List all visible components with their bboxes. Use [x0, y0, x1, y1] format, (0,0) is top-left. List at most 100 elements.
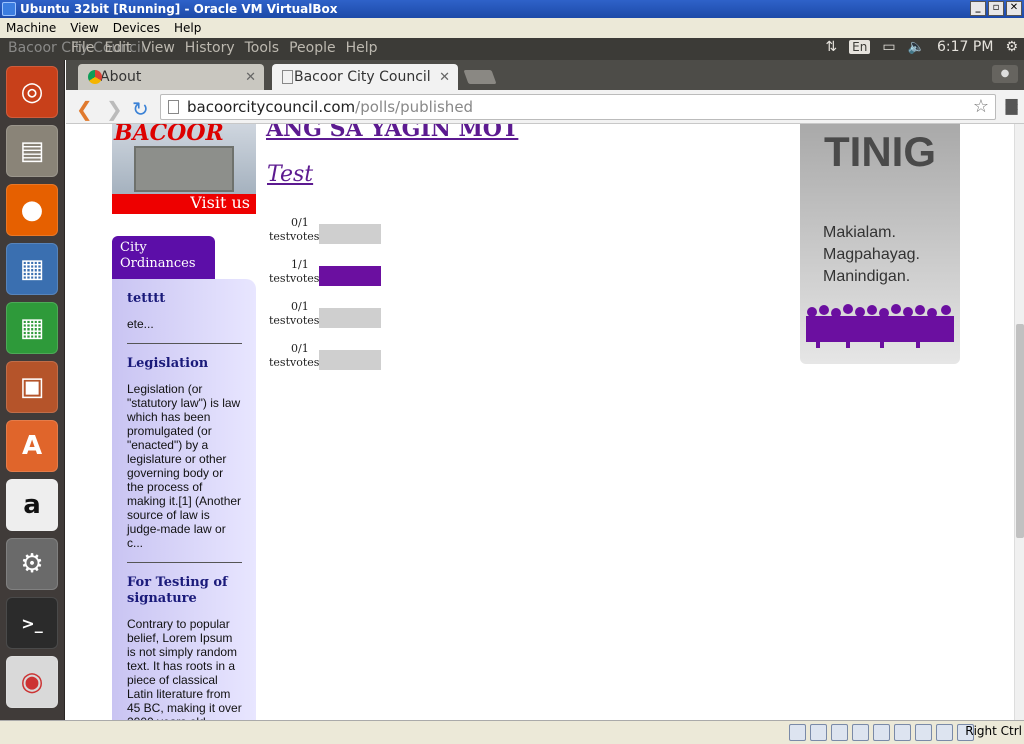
keyboard-lang-indicator[interactable]: En — [849, 40, 871, 54]
poll-count: 1/1 — [291, 258, 309, 271]
network-icon[interactable]: ⇅ — [825, 39, 837, 55]
impress-icon[interactable]: ▣ — [6, 361, 58, 413]
menu-machine[interactable]: Machine — [6, 21, 56, 35]
city-hall-image — [134, 146, 234, 192]
panel-menu-history[interactable]: History — [185, 40, 235, 56]
ad-slogan-line: Manindigan. — [823, 268, 911, 285]
unity-launcher: ◎ ▤ ● ▦ ▦ ▣ A a ⚙ >_ ◉ — [0, 60, 65, 720]
writer-icon[interactable]: ▦ — [6, 243, 58, 295]
panel-menu-file[interactable]: File — [71, 40, 94, 56]
restore-button[interactable]: ▫ — [988, 1, 1004, 16]
network-adapter-icon[interactable] — [852, 724, 869, 741]
clock[interactable]: 6:17 PM — [937, 39, 993, 55]
vbox-titlebar: Ubuntu 32bit [Running] - Oracle VM Virtu… — [0, 0, 1024, 18]
page-heading-cut[interactable]: ANG SA YAGIN MOT — [266, 124, 518, 142]
tab-about[interactable]: About ✕ — [78, 64, 264, 90]
page-favicon-icon — [282, 70, 293, 84]
panel-menu-tools[interactable]: Tools — [245, 40, 280, 56]
tab-label: Bacoor City Council — [294, 69, 431, 85]
poll-option-label: test — [269, 356, 290, 369]
reload-button[interactable]: ↻ — [132, 97, 149, 121]
ordinance-title[interactable]: Legislation — [127, 356, 242, 372]
profile-icon[interactable]: ● — [992, 65, 1018, 83]
host-key-label: Right Ctrl — [965, 724, 1022, 738]
usb-icon[interactable] — [831, 724, 848, 741]
menu-help[interactable]: Help — [174, 21, 201, 35]
amazon-icon[interactable]: a — [6, 479, 58, 531]
list-item: tetttt ete... — [127, 291, 242, 344]
bookmark-star-icon[interactable]: ☆ — [973, 96, 989, 117]
panel-menu-people[interactable]: People — [289, 40, 336, 56]
menu-devices[interactable]: Devices — [113, 21, 160, 35]
poll-count: 0/1 — [291, 216, 309, 229]
chrome-menu-icon[interactable]: ▬ ▬ ▬ — [1004, 93, 1019, 119]
poll-bar-fill — [319, 266, 381, 286]
ordinance-title[interactable]: For Testing of signature — [127, 575, 242, 607]
poll-votes-label: votes — [290, 356, 320, 369]
poll-row: 1/1 test votes — [269, 258, 389, 288]
ordinances-list: tetttt ete... Legislation Legislation (o… — [112, 279, 256, 720]
mouse-integration-icon[interactable] — [936, 724, 953, 741]
back-button[interactable]: ❮ — [76, 97, 93, 121]
menu-view[interactable]: View — [70, 21, 98, 35]
ordinance-excerpt: Contrary to popular belief, Lorem Ipsum … — [127, 617, 242, 720]
crowd-silhouette-icon — [806, 304, 954, 348]
poll-option-label: test — [269, 272, 290, 285]
scrollbar-thumb[interactable] — [1016, 324, 1024, 538]
firefox-icon[interactable]: ● — [6, 184, 58, 236]
list-item: For Testing of signature Contrary to pop… — [127, 575, 242, 720]
terminal-icon[interactable]: >_ — [6, 597, 58, 649]
battery-icon[interactable]: ▭ — [882, 39, 895, 55]
ordinance-title[interactable]: tetttt — [127, 291, 242, 307]
volume-icon[interactable]: 🔈 — [908, 39, 925, 55]
files-icon[interactable]: ▤ — [6, 125, 58, 177]
tab-close-icon[interactable]: ✕ — [245, 70, 256, 85]
chrome-favicon-icon — [88, 70, 102, 84]
poll-bar — [319, 350, 381, 370]
guest-screen: Bacoor City Council File Edit View Histo… — [0, 38, 1024, 720]
page-scrollbar[interactable] — [1014, 124, 1024, 720]
poll-votes-label: votes — [290, 272, 320, 285]
software-center-icon[interactable]: A — [6, 420, 58, 472]
ad-slogan-line: Makialam. — [823, 224, 896, 241]
ubuntu-dash-icon[interactable]: ◎ — [6, 66, 58, 118]
close-button[interactable]: ✕ — [1006, 1, 1022, 16]
ad-slogan: Makialam. Magpahayag. Manindigan. — [823, 222, 920, 288]
panel-menu-help[interactable]: Help — [346, 40, 378, 56]
visit-us-banner[interactable]: BACOOR Visit us — [112, 124, 256, 214]
calc-icon[interactable]: ▦ — [6, 302, 58, 354]
hdd-icon[interactable] — [789, 724, 806, 741]
city-ordinances-tab[interactable]: City Ordinances — [112, 236, 215, 280]
list-item: Legislation Legislation (or "statutory l… — [127, 356, 242, 563]
ordinance-excerpt: Legislation (or "statutory law") is law … — [127, 382, 242, 550]
poll-option-label: test — [269, 230, 290, 243]
tab-bacoor[interactable]: Bacoor City Council ✕ — [272, 64, 458, 90]
poll-title[interactable]: Test — [267, 162, 313, 187]
poll-votes-label: votes — [290, 314, 320, 327]
poll-count: 0/1 — [291, 342, 309, 355]
display-icon[interactable] — [894, 724, 911, 741]
chrome-window: About ✕ Bacoor City Council ✕ ● ❮ ❯ ↻ ba… — [66, 60, 1024, 720]
gear-icon[interactable]: ⚙ — [1005, 39, 1018, 55]
tab-strip: About ✕ Bacoor City Council ✕ ● — [66, 60, 1024, 90]
tab-close-icon[interactable]: ✕ — [439, 70, 450, 85]
forward-button[interactable]: ❯ — [106, 97, 123, 121]
new-tab-button[interactable] — [463, 70, 497, 84]
capture-icon[interactable] — [915, 724, 932, 741]
cd-icon[interactable] — [810, 724, 827, 741]
address-bar[interactable]: bacoorcitycouncil.com/polls/published ☆ — [160, 94, 996, 120]
poll-option-label: test — [269, 314, 290, 327]
poll-bar — [319, 266, 381, 286]
panel-menu-view[interactable]: View — [142, 40, 175, 56]
chrome-icon[interactable]: ◉ — [6, 656, 58, 708]
virtualbox-icon — [2, 2, 16, 16]
system-settings-icon[interactable]: ⚙ — [6, 538, 58, 590]
minimize-button[interactable]: _ — [970, 1, 986, 16]
vbox-statusbar: Right Ctrl — [0, 720, 1024, 744]
tinig-ad-banner[interactable]: TINIG Makialam. Magpahayag. Manindigan. — [800, 124, 960, 364]
banner-brand: BACOOR — [114, 124, 224, 146]
poll-votes-label: votes — [290, 230, 320, 243]
panel-menu-edit[interactable]: Edit — [104, 40, 131, 56]
vbox-menubar: Machine View Devices Help — [0, 18, 1024, 38]
shared-folder-icon[interactable] — [873, 724, 890, 741]
